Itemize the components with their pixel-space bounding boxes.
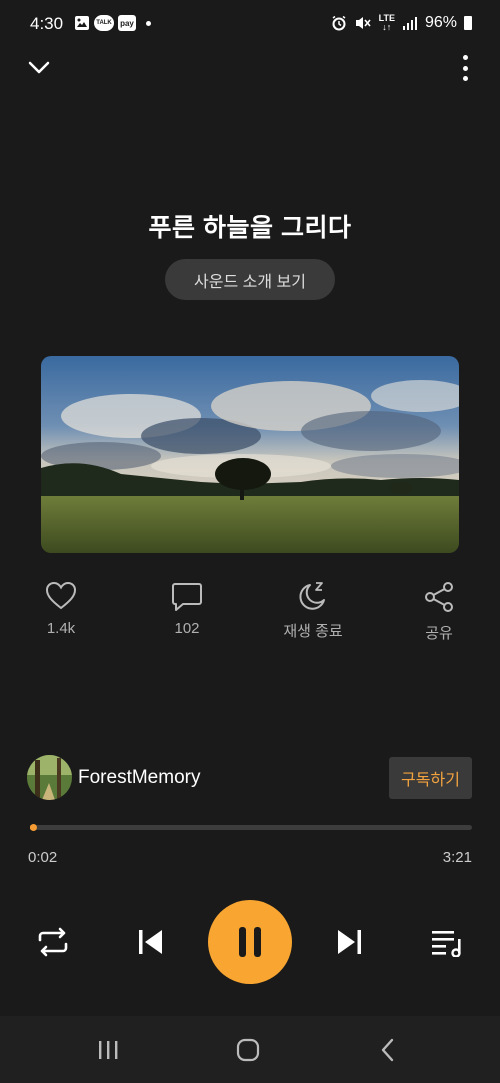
system-icons: LTE ↓↑ 96% [331,14,472,32]
home-icon[interactable] [236,1038,260,1062]
share-action[interactable]: 공유 [394,580,484,643]
status-time: 4:30 [30,14,64,33]
recents-icon[interactable] [96,1039,120,1061]
repeat-icon[interactable] [36,926,70,958]
comment-icon[interactable] [170,580,204,612]
notification-icons: TALK pay [74,15,151,31]
like-count: 1.4k [46,620,76,637]
artwork-image [41,356,459,553]
action-row: 1.4k 102 재생 종료 공유 [0,580,500,650]
more-vert-icon[interactable] [460,55,470,81]
progress-knob[interactable] [30,824,37,831]
sleep-timer-action[interactable]: 재생 종료 [268,580,358,641]
channel-name[interactable]: ForestMemory [78,767,200,789]
share-label: 공유 [425,625,453,642]
battery-percent: 96% [424,14,457,31]
signal-icon [402,17,417,30]
pay-icon: pay [118,15,136,31]
previous-icon[interactable] [135,927,165,957]
playlist-icon[interactable] [430,927,464,957]
mute-icon [355,17,371,29]
repeat-button[interactable] [34,924,72,960]
gallery-icon [75,16,89,30]
next-button[interactable] [332,924,368,960]
progress-bar[interactable] [30,824,472,831]
play-pause-button[interactable] [208,900,292,984]
dot-icon [146,20,151,26]
sound-intro-button[interactable]: 사운드 소개 보기 [165,259,335,300]
status-bar: 4:30 TALK pay LTE ↓↑ 96% [0,0,500,48]
battery-icon [464,16,472,30]
home-button[interactable] [233,1036,263,1064]
back-icon[interactable] [378,1038,398,1062]
share-icon[interactable] [422,580,456,614]
alarm-icon [332,15,346,31]
talk-icon: TALK [94,15,114,31]
album-artwork [41,356,459,553]
chevron-down-icon[interactable] [26,56,52,80]
recents-button[interactable] [93,1036,123,1064]
comment-count: 102 [174,620,200,637]
playlist-button[interactable] [428,924,466,960]
channel-avatar[interactable] [27,755,72,800]
sleep-timer-icon[interactable] [296,580,330,612]
heart-icon[interactable] [44,580,78,612]
previous-button[interactable] [132,924,168,960]
pause-icon[interactable] [236,925,264,959]
comment-action[interactable]: 102 [142,580,232,637]
subscribe-button[interactable]: 구독하기 [389,757,472,799]
current-time: 0:02 [28,849,58,866]
sleep-timer-label: 재생 종료 [283,623,343,640]
next-icon[interactable] [335,927,365,957]
total-time: 3:21 [442,849,472,866]
track-title: 푸른 하늘을 그리다 [148,214,352,242]
like-action[interactable]: 1.4k [16,580,106,637]
back-button[interactable] [373,1036,403,1064]
system-nav-bar [0,1016,500,1083]
lte-icon: LTE ↓↑ [378,13,395,32]
